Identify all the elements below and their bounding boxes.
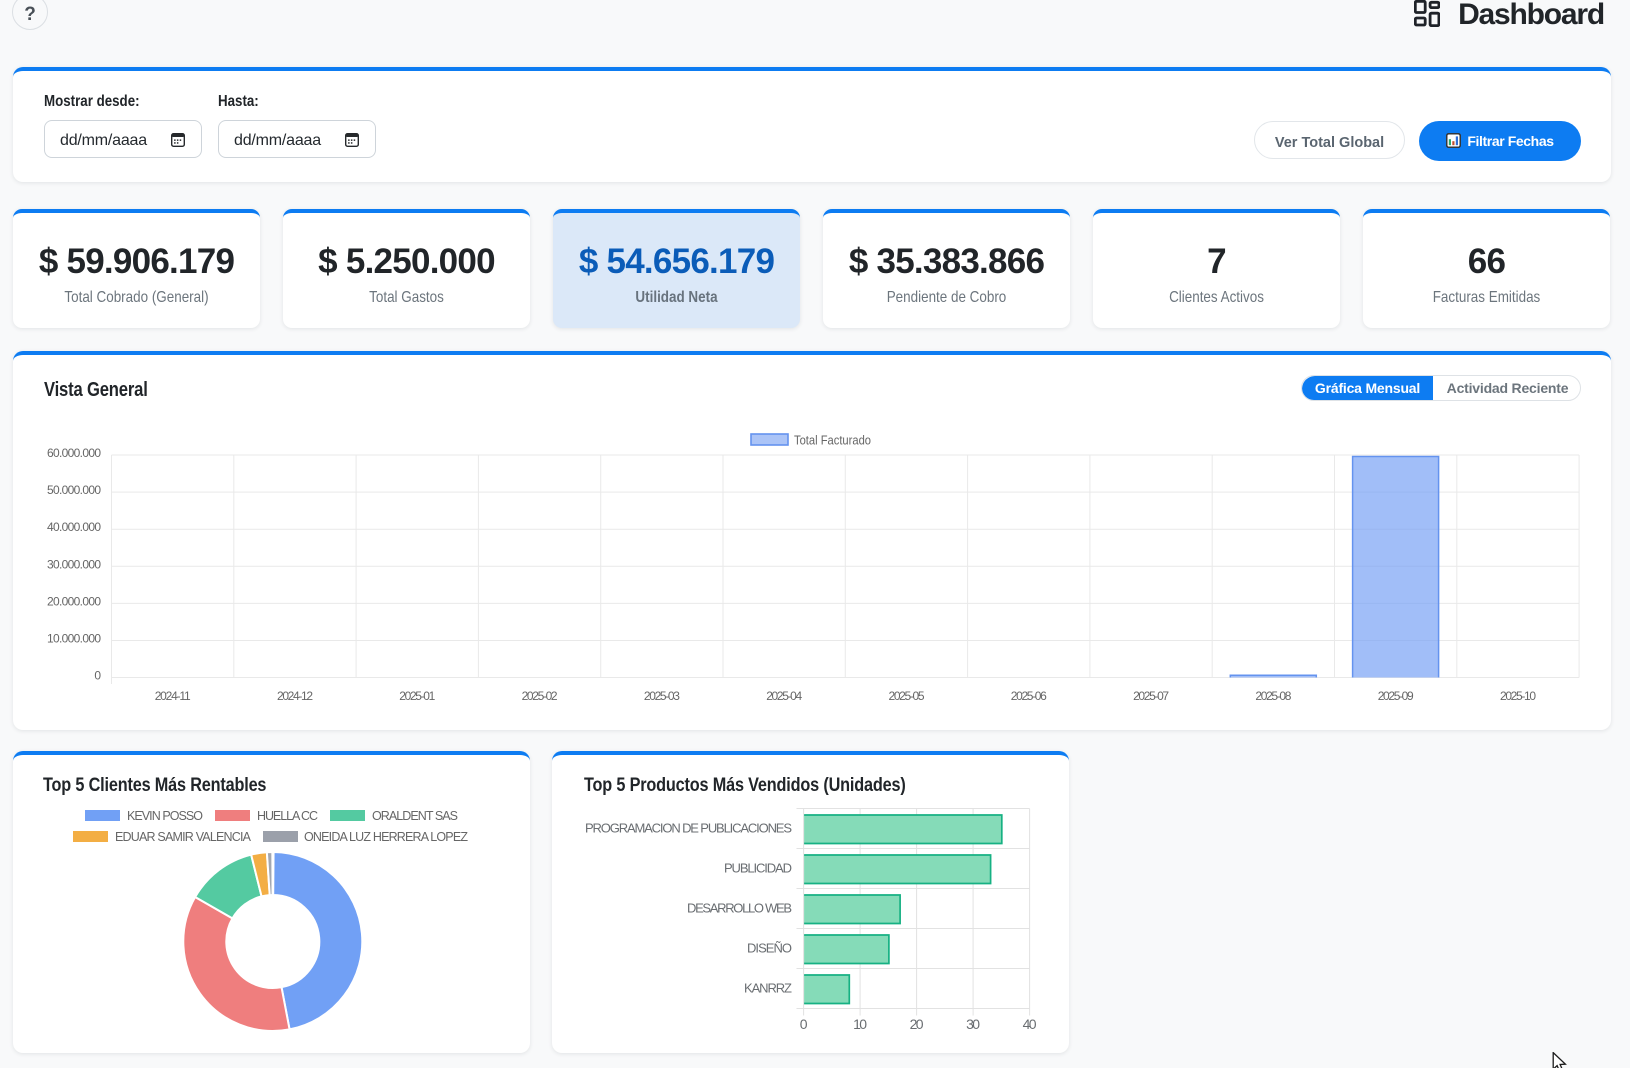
svg-text:30.000.000: 30.000.000 <box>47 557 101 571</box>
svg-text:2025-04: 2025-04 <box>766 689 802 703</box>
svg-text:2024-11: 2024-11 <box>155 689 191 703</box>
svg-text:2025-05: 2025-05 <box>889 689 925 703</box>
svg-text:20: 20 <box>910 1016 924 1032</box>
svg-text:20.000.000: 20.000.000 <box>47 594 101 608</box>
svg-text:2024-12: 2024-12 <box>277 689 313 703</box>
svg-text:50.000.000: 50.000.000 <box>47 483 101 497</box>
svg-text:2025-06: 2025-06 <box>1011 689 1047 703</box>
svg-text:KANRRZ: KANRRZ <box>744 981 792 996</box>
svg-text:10: 10 <box>853 1016 867 1032</box>
svg-text:DISEÑO: DISEÑO <box>747 941 792 956</box>
svg-text:HUELLA CC: HUELLA CC <box>257 809 318 823</box>
svg-text:10.000.000: 10.000.000 <box>47 632 101 646</box>
svg-text:2025-03: 2025-03 <box>644 689 680 703</box>
svg-text:0: 0 <box>800 1016 808 1032</box>
svg-text:40.000.000: 40.000.000 <box>47 520 101 534</box>
svg-text:40: 40 <box>1023 1016 1037 1032</box>
svg-text:Total Facturado: Total Facturado <box>794 434 871 448</box>
svg-text:2025-01: 2025-01 <box>399 689 435 703</box>
svg-text:30: 30 <box>966 1016 980 1032</box>
svg-text:2025-02: 2025-02 <box>522 689 558 703</box>
svg-text:ONEIDA LUZ HERRERA LOPEZ: ONEIDA LUZ HERRERA LOPEZ <box>304 830 468 844</box>
svg-text:2025-07: 2025-07 <box>1133 689 1169 703</box>
svg-text:2025-08: 2025-08 <box>1255 689 1291 703</box>
svg-text:ORALDENT SAS: ORALDENT SAS <box>372 809 458 823</box>
svg-text:PUBLICIDAD: PUBLICIDAD <box>724 861 792 876</box>
svg-text:0: 0 <box>94 669 101 683</box>
svg-text:60.000.000: 60.000.000 <box>47 446 101 460</box>
svg-text:PROGRAMACION DE PUBLICACIONES: PROGRAMACION DE PUBLICACIONES <box>585 821 792 836</box>
svg-text:KEVIN POSSO: KEVIN POSSO <box>127 809 203 823</box>
svg-text:DESARROLLO WEB: DESARROLLO WEB <box>687 901 792 916</box>
svg-text:2025-09: 2025-09 <box>1378 689 1414 703</box>
svg-text:EDUAR SAMIR VALENCIA: EDUAR SAMIR VALENCIA <box>115 830 252 844</box>
svg-text:2025-10: 2025-10 <box>1500 689 1536 703</box>
